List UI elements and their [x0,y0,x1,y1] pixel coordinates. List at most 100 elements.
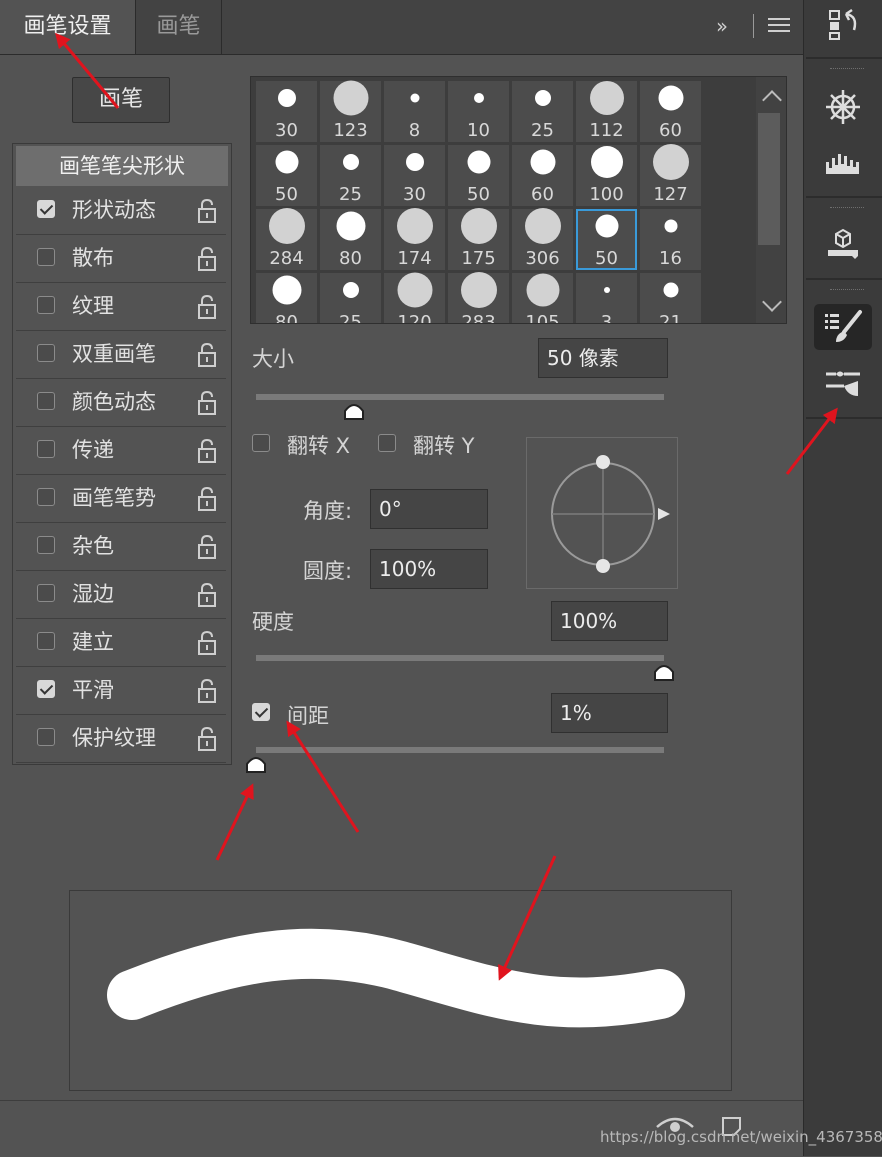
option-checkbox[interactable] [37,248,55,266]
unlock-icon[interactable] [196,486,218,512]
spacing-slider[interactable] [256,747,664,753]
unlock-icon[interactable] [196,246,218,272]
brush-stroke-preview [69,890,732,1091]
option-row[interactable]: 湿边 [16,572,226,619]
option-row[interactable]: 纹理 [16,284,226,331]
history-icon[interactable] [814,2,872,48]
brush-preset[interactable]: 123 [320,80,381,142]
hardness-slider-thumb[interactable] [653,662,675,682]
option-row[interactable]: 传递 [16,428,226,475]
angle-field[interactable]: 0° [370,489,488,529]
brush-preset[interactable]: 112 [576,81,637,142]
brush-preset[interactable]: 175 [448,208,509,270]
spacing-slider-thumb[interactable] [245,754,267,774]
option-row[interactable]: 散布 [16,236,226,283]
brush-settings-icon[interactable] [814,304,872,350]
brush-preset[interactable]: 8 [384,81,445,142]
scrollbar-thumb[interactable] [758,113,780,245]
unlock-icon[interactable] [196,294,218,320]
3d-cube-icon[interactable] [814,222,872,268]
brush-preset[interactable]: 60 [512,145,573,206]
brush-preset[interactable]: 283 [448,272,509,323]
size-slider-thumb[interactable] [343,401,365,421]
brush-preset[interactable]: 50 [448,145,509,206]
double-chevron-right-icon[interactable]: ›› [716,14,728,38]
brush-preset[interactable]: 100 [576,145,637,206]
brush-size-label: 174 [397,248,432,269]
unlock-icon[interactable] [196,342,218,368]
brush-preset[interactable]: 105 [512,273,573,323]
option-row[interactable]: 双重画笔 [16,332,226,379]
option-checkbox[interactable] [37,632,55,650]
unlock-icon[interactable] [196,582,218,608]
brush-preset[interactable]: 50 [256,145,317,206]
brush-preset[interactable]: 25 [512,81,573,142]
brush-preset[interactable]: 120 [384,272,445,323]
unlock-icon[interactable] [196,726,218,752]
option-row[interactable]: 平滑 [16,668,226,715]
hardness-field[interactable]: 100% [551,601,668,641]
brush-preset[interactable]: 21 [640,273,701,323]
brush-preset[interactable]: 16 [640,209,701,270]
navigator-compass-icon[interactable] [814,84,872,130]
size-slider[interactable] [256,394,664,400]
brush-preset[interactable]: 30 [384,145,445,206]
angle-roundness-widget[interactable] [526,437,678,589]
size-label: 大小 [252,347,294,371]
option-checkbox[interactable] [37,536,55,554]
size-field[interactable]: 50 像素 [538,338,668,378]
flip-x-checkbox[interactable] [252,434,272,454]
brush-preset[interactable]: 284 [256,208,317,270]
option-row[interactable]: 杂色 [16,524,226,571]
brush-preset[interactable]: 25 [320,273,381,323]
brush-preset[interactable]: 80 [256,273,317,323]
brush-presets-button[interactable]: 画笔 [72,77,170,123]
option-checkbox[interactable] [37,728,55,746]
option-checkbox[interactable] [37,392,55,410]
option-checkbox[interactable] [37,584,55,602]
brush-preset[interactable]: 80 [320,209,381,270]
flip-y-checkbox[interactable] [378,434,398,454]
flip-y-label: 翻转 Y [413,434,475,458]
option-checkbox[interactable] [37,680,55,698]
option-checkbox[interactable] [37,440,55,458]
option-row[interactable]: 形状动态 [16,188,226,235]
option-checkbox[interactable] [37,296,55,314]
brush-tip-shape-header[interactable]: 画笔笔尖形状 [16,146,228,186]
brush-preset[interactable]: 306 [512,208,573,270]
hardness-slider[interactable] [256,655,664,661]
brush-preset[interactable]: 127 [640,144,701,206]
tab-brush-settings[interactable]: 画笔设置 [0,0,136,54]
brush-tip-thumbnail [410,93,419,103]
option-checkbox[interactable] [37,344,55,362]
option-row[interactable]: 保护纹理 [16,716,226,763]
brush-preset[interactable]: 174 [384,208,445,270]
unlock-icon[interactable] [196,630,218,656]
unlock-icon[interactable] [196,534,218,560]
option-row[interactable]: 画笔笔势 [16,476,226,523]
option-checkbox[interactable] [37,200,55,218]
brush-preset[interactable]: 50 [576,209,637,270]
roundness-field[interactable]: 100% [370,549,488,589]
option-row[interactable]: 建立 [16,620,226,667]
unlock-icon[interactable] [196,390,218,416]
histogram-icon[interactable] [814,140,872,186]
spacing-checkbox[interactable] [252,703,272,723]
tab-brush[interactable]: 画笔 [136,0,222,54]
option-label: 杂色 [72,534,114,558]
unlock-icon[interactable] [196,678,218,704]
option-label: 纹理 [72,294,114,318]
brush-preset[interactable]: 60 [640,81,701,142]
unlock-icon[interactable] [196,438,218,464]
option-label: 平滑 [72,678,114,702]
brush-preset[interactable]: 10 [448,81,509,142]
unlock-icon[interactable] [196,198,218,224]
brush-preset[interactable]: 25 [320,145,381,206]
hamburger-menu-icon[interactable] [768,18,790,34]
brush-presets-icon[interactable] [814,362,872,408]
brush-preset[interactable]: 30 [256,81,317,142]
option-row[interactable]: 颜色动态 [16,380,226,427]
spacing-field[interactable]: 1% [551,693,668,733]
option-checkbox[interactable] [37,488,55,506]
brush-preset[interactable]: 3 [576,273,637,323]
